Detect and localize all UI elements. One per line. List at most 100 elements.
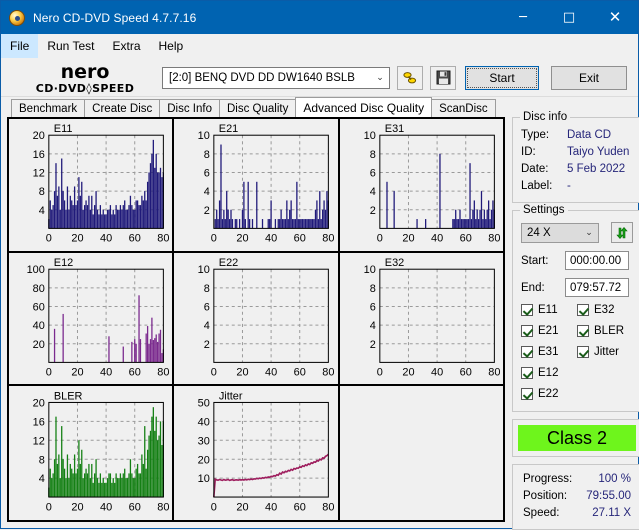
svg-text:80: 80	[323, 232, 335, 244]
start-button[interactable]: Start	[465, 65, 539, 90]
svg-text:16: 16	[33, 417, 45, 429]
status-speed-row: Speed: 27.11 X	[523, 505, 631, 522]
svg-text:16: 16	[33, 149, 45, 161]
svg-text:6: 6	[369, 301, 375, 313]
start-position-input[interactable]: 000:00.00	[565, 251, 629, 270]
drive-select[interactable]: [2:0] BENQ DVD DD DW1640 BSLB ⌄	[162, 66, 390, 89]
tab-benchmark[interactable]: Benchmark	[11, 99, 86, 117]
svg-text:20: 20	[33, 338, 45, 350]
svg-text:40: 40	[100, 502, 112, 514]
svg-text:40: 40	[100, 232, 112, 244]
end-position-row: End: 079:57.72	[521, 278, 633, 297]
checkbox-e32[interactable]: E32	[577, 299, 633, 320]
svg-text:CD·DVD◊SPEED: CD·DVD◊SPEED	[36, 82, 135, 95]
refresh-button[interactable]	[611, 222, 633, 243]
svg-text:2: 2	[369, 205, 375, 217]
svg-text:0: 0	[211, 366, 217, 378]
svg-text:0: 0	[211, 232, 217, 244]
error-checkboxes: E11 E21 E31 E12 E22 E32 BLER Jitter	[521, 299, 633, 404]
status-progress-value: 100 %	[598, 473, 631, 485]
start-position-label: Start:	[521, 254, 549, 267]
svg-text:20: 20	[402, 366, 414, 378]
disc-info-date-row: Date: 5 Feb 2022	[521, 161, 633, 178]
checkbox-e11[interactable]: E11	[521, 299, 577, 320]
drive-select-value: [2:0] BENQ DVD DD DW1640 BSLB	[169, 71, 355, 84]
start-position-row: Start: 000:00.00	[521, 251, 633, 270]
chart-bler: BLER 0 20 40 60 80 4 8 12 16 20	[9, 386, 175, 521]
title-bar: Nero CD-DVD Speed 4.7.7.16 ─ □ ✕	[1, 1, 638, 34]
menu-extra-label: Extra	[112, 39, 141, 53]
tab-scandisc[interactable]: ScanDisc	[431, 99, 496, 117]
svg-text:80: 80	[157, 366, 169, 378]
tab-scandisc-label: ScanDisc	[439, 102, 488, 115]
tab-disc-quality-label: Disc Quality	[227, 102, 289, 115]
floppy-save-icon	[436, 70, 450, 85]
svg-text:4: 4	[369, 320, 375, 332]
tab-disc-quality[interactable]: Disc Quality	[219, 99, 297, 117]
save-button[interactable]	[430, 65, 456, 90]
menu-help-label: Help	[158, 39, 184, 53]
minimize-button[interactable]: ─	[500, 1, 546, 34]
chart-placeholder-empty	[339, 386, 503, 521]
svg-text:10: 10	[198, 130, 210, 142]
disc-info-label-value: -	[567, 180, 571, 192]
menu-file[interactable]: File	[1, 34, 39, 58]
svg-text:60: 60	[129, 366, 141, 378]
svg-text:20: 20	[71, 232, 83, 244]
svg-text:4: 4	[39, 205, 45, 217]
tab-disc-info[interactable]: Disc Info	[159, 99, 220, 117]
svg-text:60: 60	[294, 232, 306, 244]
close-button[interactable]: ✕	[592, 1, 638, 34]
checkmark-icon	[521, 387, 533, 400]
svg-text:60: 60	[459, 232, 471, 244]
svg-text:80: 80	[488, 366, 500, 378]
menu-extra[interactable]: Extra	[103, 34, 149, 58]
tab-advanced-disc-quality[interactable]: Advanced Disc Quality	[295, 97, 433, 117]
speed-select[interactable]: 24 X ⌄	[521, 222, 599, 243]
svg-text:12: 12	[33, 436, 45, 448]
checkbox-e12[interactable]: E12	[521, 362, 577, 383]
svg-text:60: 60	[294, 366, 306, 378]
svg-text:20: 20	[237, 232, 249, 244]
chart-e22: E22 0 20 40 60 80 2 4 6 8 10	[174, 252, 340, 387]
svg-text:40: 40	[198, 417, 210, 429]
side-panel: Disc info Type: Data CD ID: Taiyo Yuden …	[505, 111, 639, 530]
checkmark-icon	[577, 303, 589, 316]
tab-create-disc[interactable]: Create Disc	[84, 99, 161, 117]
exit-button[interactable]: Exit	[551, 65, 627, 90]
svg-text:nero: nero	[61, 61, 110, 83]
checkbox-e11-label: E11	[538, 303, 558, 316]
svg-text:0: 0	[376, 366, 382, 378]
status-speed-key: Speed:	[523, 507, 560, 519]
maximize-button[interactable]: □	[546, 1, 592, 34]
checkbox-bler[interactable]: BLER	[577, 320, 633, 341]
disc-info-date-key: Date:	[521, 163, 549, 175]
svg-text:20: 20	[198, 455, 210, 467]
menu-run-test[interactable]: Run Test	[38, 34, 103, 58]
svg-text:10: 10	[198, 264, 210, 276]
end-position-label: End:	[521, 281, 545, 294]
chart-e31: E31 0 20 40 60 80 2 4 6 8 10	[339, 119, 503, 253]
end-position-input[interactable]: 079:57.72	[565, 278, 629, 297]
svg-text:60: 60	[33, 301, 45, 313]
disc-info-group-label: Disc info	[520, 111, 571, 123]
checkbox-bler-label: BLER	[594, 324, 625, 337]
svg-text:4: 4	[204, 320, 210, 332]
eject-button[interactable]	[397, 65, 423, 90]
eject-disc-icon	[403, 71, 417, 83]
checkbox-e21[interactable]: E21	[521, 320, 577, 341]
checkbox-e12-label: E12	[538, 366, 559, 379]
disc-info-date-value: 5 Feb 2022	[567, 163, 626, 175]
status-progress-row: Progress: 100 %	[523, 471, 631, 488]
svg-text:8: 8	[39, 186, 45, 198]
checkbox-jitter[interactable]: Jitter	[577, 341, 633, 362]
checkbox-e31[interactable]: E31	[521, 341, 577, 362]
menu-help[interactable]: Help	[150, 34, 193, 58]
svg-text:60: 60	[129, 502, 141, 514]
svg-text:2: 2	[369, 338, 375, 350]
svg-text:20: 20	[33, 130, 45, 142]
toolbar: nero CD·DVD◊SPEED [2:0] BENQ DVD DD DW16…	[1, 59, 638, 97]
speed-select-value: 24 X	[527, 226, 551, 239]
checkbox-e22[interactable]: E22	[521, 383, 577, 404]
svg-text:E12: E12	[54, 257, 73, 269]
